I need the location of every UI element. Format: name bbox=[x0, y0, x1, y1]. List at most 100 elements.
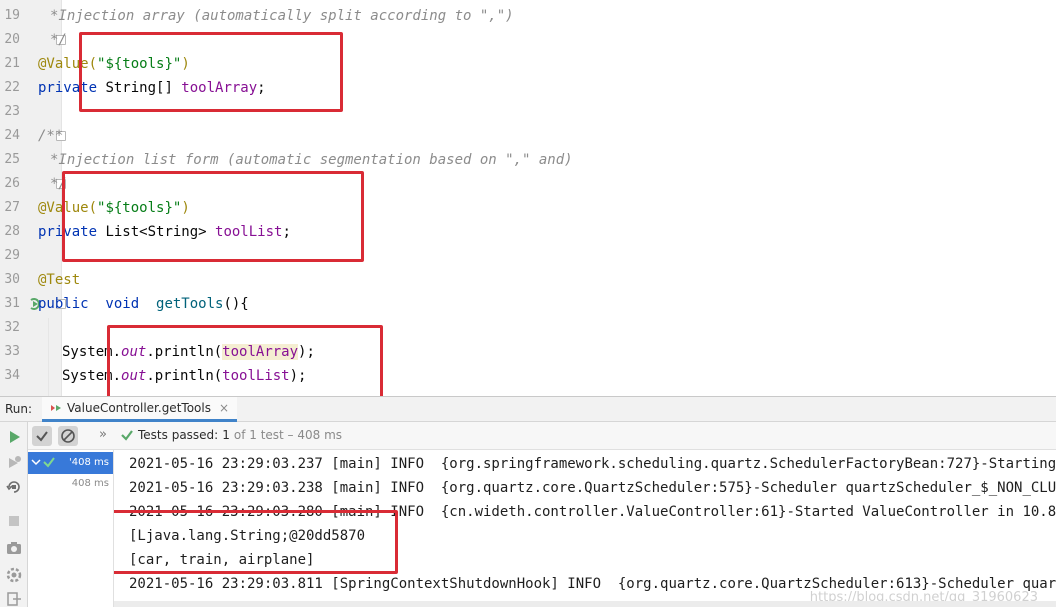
test-tree-item-time: 408 ms bbox=[71, 478, 109, 489]
code-line: 20 */ bbox=[0, 28, 1056, 52]
tests-passed-label: Tests passed: bbox=[138, 428, 219, 442]
code-line: 24 /** bbox=[0, 124, 1056, 148]
test-status: Tests passed: 1 of 1 test – 408 ms bbox=[120, 428, 342, 442]
rerun-icon[interactable] bbox=[5, 428, 23, 446]
code-text: @Value("${tools}") bbox=[38, 196, 190, 220]
code-token: ; bbox=[257, 80, 266, 96]
console-line: [Ljava.lang.String;@20dd5870 bbox=[129, 528, 366, 544]
tab-run-configuration[interactable]: ValueController.getTools × bbox=[42, 397, 238, 422]
code-line: 25 *Injection list form (automatic segmen… bbox=[0, 148, 1056, 172]
code-text: *Injection list form (automatic segmenta… bbox=[50, 148, 573, 172]
settings-icon[interactable] bbox=[5, 566, 23, 584]
run-side-toolbar bbox=[0, 422, 28, 607]
code-text: *Injection array (automatically split ac… bbox=[50, 4, 514, 28]
code-line: 29 bbox=[0, 244, 1056, 268]
test-config-icon bbox=[51, 405, 61, 411]
test-tree-root-time: 408 ms bbox=[71, 457, 109, 468]
toggle-auto-test-icon[interactable] bbox=[5, 478, 23, 496]
code-line: 31 public void getTools(){ bbox=[0, 292, 1056, 316]
console-line: 2021-05-16 23:29:03.280 [main] INFO {cn.… bbox=[129, 504, 1056, 520]
code-token: private bbox=[38, 80, 106, 96]
code-line: 34 System.out.println(toolList); bbox=[0, 364, 1056, 388]
code-line: 19 *Injection array (automatically split … bbox=[0, 4, 1056, 28]
code-line: 26 */ bbox=[0, 172, 1056, 196]
code-token: ); bbox=[289, 368, 307, 384]
line-number: 32 bbox=[4, 320, 20, 335]
code-token: @Value( bbox=[38, 56, 98, 72]
code-line: 30 @Test bbox=[0, 268, 1056, 292]
more-toolbar-chevron-icon[interactable]: » bbox=[99, 427, 107, 442]
console-line: 2021-05-16 23:29:03.238 [main] INFO {org… bbox=[129, 480, 1056, 496]
line-number: 28 bbox=[4, 224, 20, 239]
console-line: [car, train, airplane] bbox=[129, 552, 315, 568]
show-ignored-icon[interactable] bbox=[58, 426, 78, 446]
code-line: 32 bbox=[0, 316, 1056, 340]
code-text: @Value("${tools}") bbox=[38, 52, 190, 76]
line-number: 19 bbox=[4, 8, 20, 23]
run-label: Run: bbox=[5, 402, 33, 416]
line-number: 31 bbox=[4, 296, 20, 311]
line-number: 29 bbox=[4, 248, 20, 263]
line-number: 21 bbox=[4, 56, 20, 71]
test-tree-item[interactable]: 408 ms bbox=[28, 473, 113, 495]
line-number: 27 bbox=[4, 200, 20, 215]
code-token: getTools bbox=[156, 296, 224, 312]
indent-guide bbox=[48, 318, 49, 396]
test-tree-root[interactable]: ' 408 ms bbox=[28, 452, 113, 474]
code-token: "${tools}" bbox=[97, 56, 182, 72]
code-text: private String[] toolArray; bbox=[38, 76, 266, 100]
chevron-down-icon[interactable] bbox=[31, 456, 41, 468]
code-token: ) bbox=[181, 200, 190, 216]
code-editor[interactable]: 19 *Injection array (automatically split … bbox=[0, 0, 1056, 396]
camera-icon[interactable] bbox=[5, 539, 23, 557]
code-text: System.out.println(toolArray); bbox=[62, 340, 315, 364]
code-text: */ bbox=[50, 28, 67, 52]
code-token: (){ bbox=[223, 296, 249, 312]
code-token: */ bbox=[50, 176, 67, 192]
code-token: /** bbox=[38, 128, 64, 144]
test-results-toolbar: » Tests passed: 1 of 1 test – 408 ms bbox=[28, 422, 1056, 450]
line-number: 25 bbox=[4, 152, 20, 167]
rerun-failed-icon[interactable] bbox=[5, 454, 23, 472]
passed-check-icon bbox=[121, 430, 133, 441]
line-number: 26 bbox=[4, 176, 20, 191]
code-token: *Injection list form (automatic segmenta… bbox=[50, 152, 573, 168]
code-token: System. bbox=[62, 344, 122, 360]
console-output[interactable]: 2021-05-16 23:29:03.237 [main] INFO {org… bbox=[114, 450, 1056, 607]
show-passed-icon[interactable] bbox=[32, 426, 52, 446]
line-number: 33 bbox=[4, 344, 20, 359]
line-number: 23 bbox=[4, 104, 20, 119]
run-tool-window-header: Run: ValueController.getTools × bbox=[0, 396, 1056, 422]
code-token: .println( bbox=[146, 344, 223, 360]
passed-check-icon bbox=[43, 457, 55, 468]
code-token: toolArray bbox=[181, 80, 258, 96]
stop-icon[interactable] bbox=[5, 512, 23, 530]
code-line: 21 @Value("${tools}") bbox=[0, 52, 1056, 76]
code-token: *Injection array (automatically split ac… bbox=[50, 8, 514, 24]
code-token: System. bbox=[62, 368, 122, 384]
code-token: ) bbox=[181, 56, 190, 72]
code-token: */ bbox=[50, 32, 67, 48]
code-line: 33 System.out.println(toolArray); bbox=[0, 340, 1056, 364]
code-text: */ bbox=[50, 172, 67, 196]
line-number: 20 bbox=[4, 32, 20, 47]
code-line: 27 @Value("${tools}") bbox=[0, 196, 1056, 220]
code-token: ; bbox=[282, 224, 291, 240]
code-line: 22 private String[] toolArray; bbox=[0, 76, 1056, 100]
code-token: out bbox=[121, 368, 147, 384]
code-token: toolArray bbox=[222, 344, 299, 360]
test-tree: ' 408 ms 408 ms bbox=[28, 450, 114, 607]
code-text: /** bbox=[38, 124, 63, 148]
line-number: 22 bbox=[4, 80, 20, 95]
close-icon[interactable]: × bbox=[219, 401, 229, 415]
code-line: 23 bbox=[0, 100, 1056, 124]
code-token: .println( bbox=[146, 368, 223, 384]
code-token: "${tools}" bbox=[97, 200, 182, 216]
line-number: 30 bbox=[4, 272, 20, 287]
horizontal-scrollbar[interactable] bbox=[114, 601, 1056, 607]
code-token: List<String> bbox=[105, 224, 216, 240]
exit-icon[interactable] bbox=[5, 590, 23, 607]
code-token: out bbox=[121, 344, 147, 360]
code-token: String[] bbox=[105, 80, 182, 96]
console-line: 2021-05-16 23:29:03.237 [main] INFO {org… bbox=[129, 456, 1056, 472]
